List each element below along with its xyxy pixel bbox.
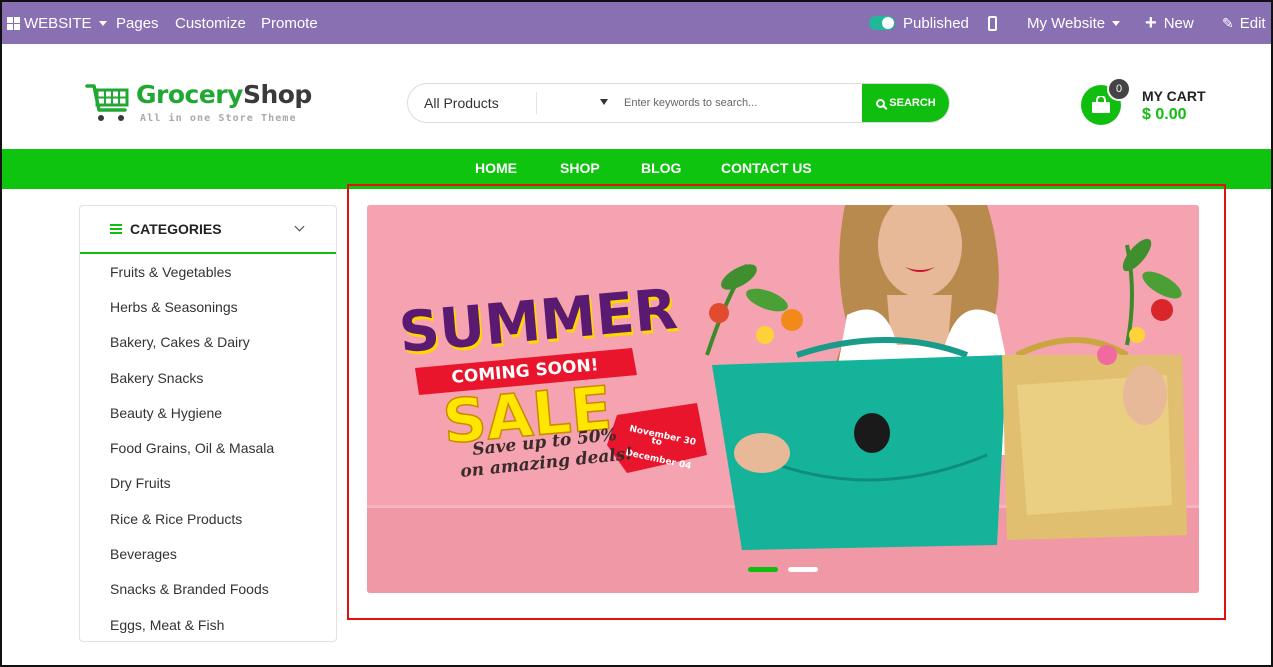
main-nav: HOME SHOP BLOG CONTACT US xyxy=(2,149,1271,189)
logo-name-part1: Grocery xyxy=(136,80,243,109)
category-item[interactable]: Herbs & Seasonings xyxy=(80,289,336,324)
editor-top-bar: WEBSITE Pages Customize Promote Publishe… xyxy=(2,2,1271,44)
category-item[interactable]: Food Grains, Oil & Masala xyxy=(80,430,336,465)
category-item[interactable]: Snacks & Branded Foods xyxy=(80,572,336,607)
cart-total: $ 0.00 xyxy=(1142,106,1187,123)
nav-home[interactable]: HOME xyxy=(475,160,517,176)
caret-down-icon xyxy=(1112,20,1121,26)
category-item[interactable]: Beverages xyxy=(80,536,336,571)
shopping-bag-icon xyxy=(1092,96,1110,113)
cart-label: MY CART xyxy=(1142,88,1206,104)
mini-cart[interactable]: 0 MY CART $ 0.00 xyxy=(1081,77,1221,129)
logo-wordmark: GroceryShop xyxy=(136,80,312,109)
category-select[interactable]: All Products xyxy=(408,84,620,122)
nav-shop[interactable]: SHOP xyxy=(560,160,600,176)
mobile-preview-button[interactable] xyxy=(988,2,997,44)
carousel-dot-active[interactable] xyxy=(748,567,778,572)
logo-tagline: All in one Store Theme xyxy=(140,113,297,124)
apps-grid-icon xyxy=(7,16,20,30)
caret-down-icon xyxy=(98,20,107,26)
dropdown-arrow-icon xyxy=(600,99,608,105)
cart-count-badge: 0 xyxy=(1107,77,1131,101)
edit-label: Edit xyxy=(1239,14,1266,32)
published-toggle[interactable]: Published xyxy=(869,2,969,44)
search-input[interactable] xyxy=(620,84,862,122)
categories-header[interactable]: CATEGORIES xyxy=(80,206,336,254)
pages-menu[interactable]: Pages xyxy=(116,2,159,44)
category-select-value: All Products xyxy=(424,95,499,111)
plus-icon: + xyxy=(1145,12,1157,34)
carousel-indicators xyxy=(748,567,818,572)
banner-artwork: SUMMER SUMMER COMING SOON! SALE November… xyxy=(367,205,1199,593)
search-button-label: SEARCH xyxy=(889,97,936,109)
hero-banner-carousel[interactable]: SUMMER SUMMER COMING SOON! SALE November… xyxy=(367,205,1199,593)
website-selector[interactable]: My Website xyxy=(1027,2,1121,44)
search-icon xyxy=(876,98,886,108)
categories-sidebar: CATEGORIES Fruits & Vegetables Herbs & S… xyxy=(79,205,337,642)
category-item[interactable]: Eggs, Meat & Fish xyxy=(80,607,336,642)
website-menu-label: WEBSITE xyxy=(24,14,92,32)
logo-name-part2: Shop xyxy=(242,80,312,109)
category-item[interactable]: Rice & Rice Products xyxy=(80,501,336,536)
chevron-down-icon[interactable] xyxy=(294,221,305,232)
toggle-switch-icon xyxy=(869,16,895,30)
published-label: Published xyxy=(903,14,969,32)
website-menu[interactable]: WEBSITE xyxy=(7,2,107,44)
category-item[interactable]: Beauty & Hygiene xyxy=(80,395,336,430)
customize-menu[interactable]: Customize xyxy=(175,2,246,44)
new-label: New xyxy=(1163,14,1194,32)
category-item[interactable]: Bakery Snacks xyxy=(80,360,336,395)
store-logo[interactable]: GroceryShop All in one Store Theme xyxy=(85,78,325,128)
date-tag-line-2: to xyxy=(650,436,662,448)
select-divider xyxy=(536,92,537,114)
search-button[interactable]: SEARCH xyxy=(862,84,949,122)
nav-blog[interactable]: BLOG xyxy=(641,160,681,176)
new-button[interactable]: + New xyxy=(1145,2,1194,44)
categories-title: CATEGORIES xyxy=(130,221,222,237)
promote-menu[interactable]: Promote xyxy=(261,2,318,44)
category-item[interactable]: Bakery, Cakes & Dairy xyxy=(80,325,336,360)
nav-contact-us[interactable]: CONTACT US xyxy=(721,160,812,176)
shopping-cart-logo-icon xyxy=(85,84,129,121)
hamburger-menu-icon xyxy=(110,224,122,234)
category-item[interactable]: Fruits & Vegetables xyxy=(80,254,336,289)
carousel-dot[interactable] xyxy=(788,567,818,572)
category-item[interactable]: Dry Fruits xyxy=(80,466,336,501)
pencil-icon: ✎ xyxy=(1222,14,1234,31)
website-selector-label: My Website xyxy=(1027,14,1106,32)
gold-bag-icon xyxy=(1002,337,1187,540)
category-list: Fruits & Vegetables Herbs & Seasonings B… xyxy=(80,254,336,642)
mobile-phone-icon xyxy=(988,15,997,31)
edit-button[interactable]: ✎ Edit xyxy=(1222,2,1266,44)
product-search-bar: All Products SEARCH xyxy=(407,83,950,123)
